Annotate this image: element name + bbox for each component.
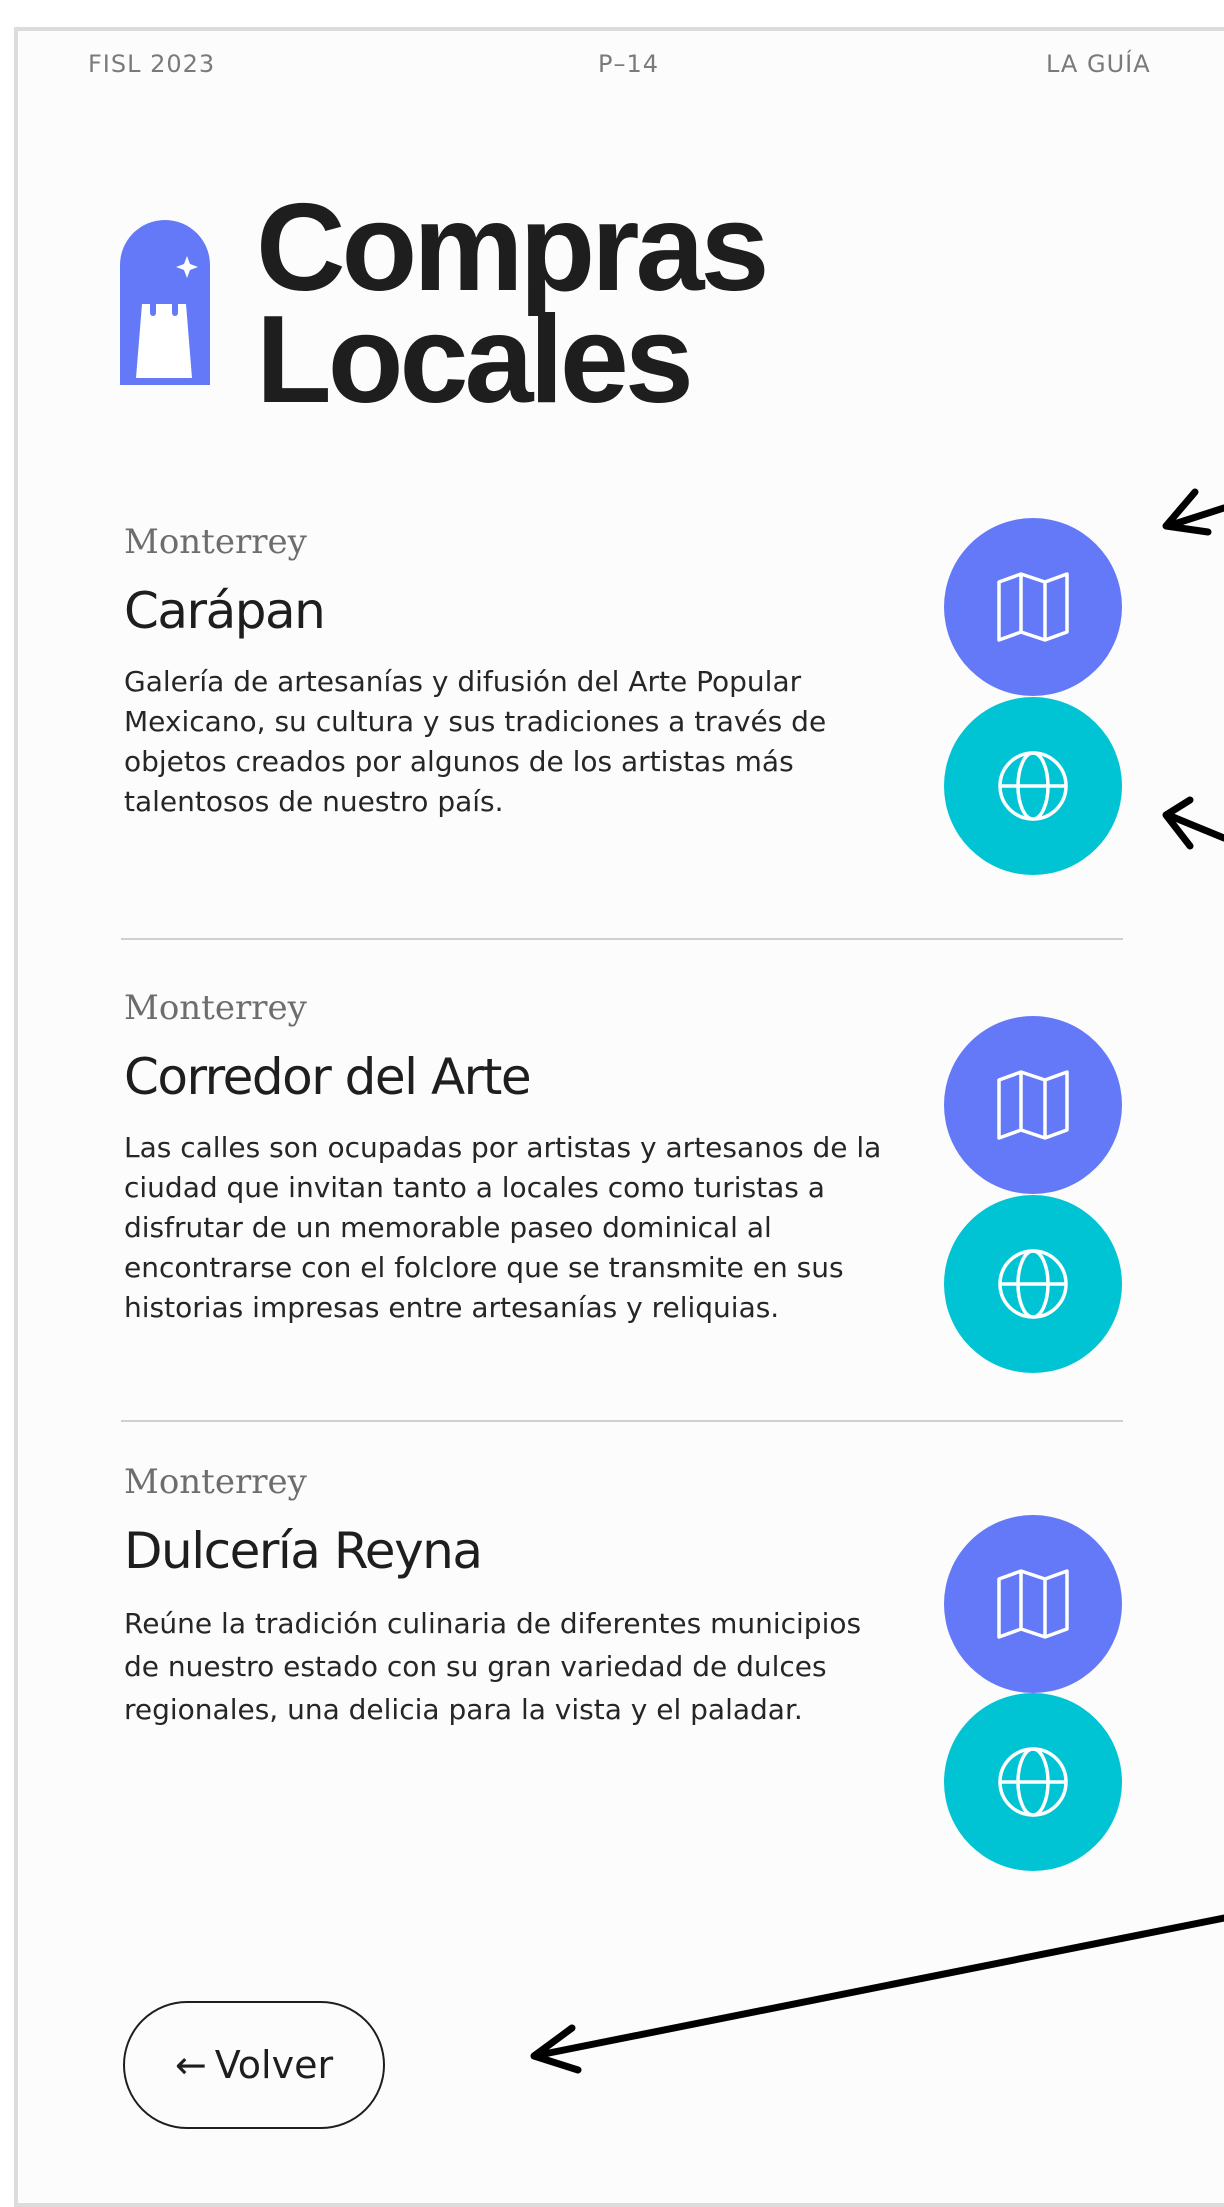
globe-icon bbox=[998, 1747, 1068, 1817]
globe-icon bbox=[998, 751, 1068, 821]
page-title: Compras Locales bbox=[256, 179, 769, 429]
map-button[interactable] bbox=[944, 1515, 1122, 1693]
map-icon bbox=[997, 572, 1069, 642]
globe-icon bbox=[998, 1249, 1068, 1319]
title-line-1: Compras bbox=[256, 179, 769, 317]
divider bbox=[121, 938, 1123, 940]
item-description: Reúne la tradición culinaria de diferent… bbox=[124, 1607, 862, 1726]
item-name: Dulcería Reyna bbox=[124, 1522, 483, 1580]
header-left-label: FISL 2023 bbox=[88, 50, 216, 78]
item-city: Monterrey bbox=[124, 988, 307, 1028]
item-description: Galería de artesanías y difusión del Art… bbox=[124, 665, 827, 818]
map-button[interactable] bbox=[944, 518, 1122, 696]
item-city: Monterrey bbox=[124, 522, 307, 562]
top-bar: FISL 2023 P–14 LA GUÍA bbox=[0, 50, 1224, 90]
arrow-left-icon: ← bbox=[174, 2043, 207, 2087]
website-button[interactable] bbox=[944, 1195, 1122, 1373]
map-button[interactable] bbox=[944, 1016, 1122, 1194]
map-icon bbox=[997, 1070, 1069, 1140]
back-button-label: Volver bbox=[214, 2043, 334, 2087]
shopping-bag-icon bbox=[120, 220, 210, 385]
page-number: P–14 bbox=[598, 50, 660, 78]
map-icon bbox=[997, 1569, 1069, 1639]
divider bbox=[121, 1420, 1123, 1422]
title-line-2: Locales bbox=[256, 291, 694, 429]
back-button[interactable]: ← Volver bbox=[123, 2001, 385, 2129]
header-right-label: LA GUÍA bbox=[1046, 50, 1151, 78]
item-name: Carápan bbox=[124, 582, 326, 640]
website-button[interactable] bbox=[944, 1693, 1122, 1871]
website-button[interactable] bbox=[944, 697, 1122, 875]
item-description: Las calles son ocupadas por artistas y a… bbox=[124, 1131, 882, 1324]
item-name: Corredor del Arte bbox=[124, 1048, 532, 1106]
item-city: Monterrey bbox=[124, 1462, 307, 1502]
